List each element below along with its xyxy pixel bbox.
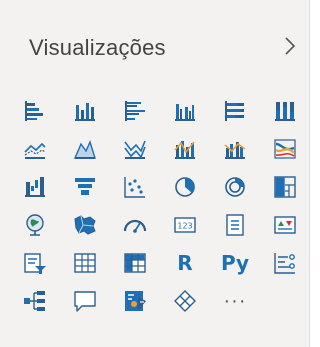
r-script-visual-icon[interactable]: R [160, 244, 210, 282]
kpi-icon[interactable] [260, 206, 310, 244]
stacked-bar-chart-icon[interactable] [10, 92, 60, 130]
area-chart-icon[interactable] [60, 130, 110, 168]
python-visual-label: Py [220, 251, 250, 275]
line-and-clustered-column-chart-icon[interactable] [210, 130, 260, 168]
chevron-right-icon[interactable] [282, 36, 298, 56]
matrix-icon[interactable] [110, 244, 160, 282]
waterfall-chart-icon[interactable] [10, 168, 60, 206]
python-visual-icon[interactable]: Py [210, 244, 260, 282]
gauge-icon[interactable] [110, 206, 160, 244]
stacked-area-chart-icon[interactable] [110, 130, 160, 168]
funnel-chart-icon[interactable] [60, 168, 110, 206]
more-visuals-icon[interactable]: ··· [210, 282, 260, 320]
clustered-column-chart-icon[interactable] [160, 92, 210, 130]
filled-map-icon[interactable] [60, 206, 110, 244]
table-icon[interactable] [60, 244, 110, 282]
key-influencers-icon[interactable] [260, 244, 310, 282]
power-apps-icon[interactable] [160, 282, 210, 320]
more-visuals-label: ··· [223, 290, 247, 312]
decomposition-tree-icon[interactable] [10, 282, 60, 320]
clustered-bar-chart-icon[interactable] [110, 92, 160, 130]
qa-icon[interactable] [60, 282, 110, 320]
treemap-icon[interactable] [260, 168, 310, 206]
slicer-icon[interactable] [10, 244, 60, 282]
donut-chart-icon[interactable] [210, 168, 260, 206]
ribbon-chart-icon[interactable] [260, 130, 310, 168]
line-chart-icon[interactable] [10, 130, 60, 168]
multi-row-card-icon[interactable] [210, 206, 260, 244]
scatter-chart-icon[interactable] [110, 168, 160, 206]
map-icon[interactable] [10, 206, 60, 244]
r-visual-label: R [177, 251, 193, 275]
pie-chart-icon[interactable] [160, 168, 210, 206]
100-stacked-bar-chart-icon[interactable] [210, 92, 260, 130]
svg-text:123: 123 [177, 222, 192, 231]
visual-icons-grid: 123 R Py ··· [10, 92, 310, 320]
100-stacked-column-chart-icon[interactable] [260, 92, 310, 130]
stacked-column-chart-icon[interactable] [60, 92, 110, 130]
smart-narrative-icon[interactable] [110, 282, 160, 320]
card-icon[interactable]: 123 [160, 206, 210, 244]
visualizations-pane: Visualizações 123 R Py ··· [0, 0, 310, 347]
pane-title: Visualizações [29, 35, 166, 60]
line-and-stacked-column-chart-icon[interactable] [160, 130, 210, 168]
